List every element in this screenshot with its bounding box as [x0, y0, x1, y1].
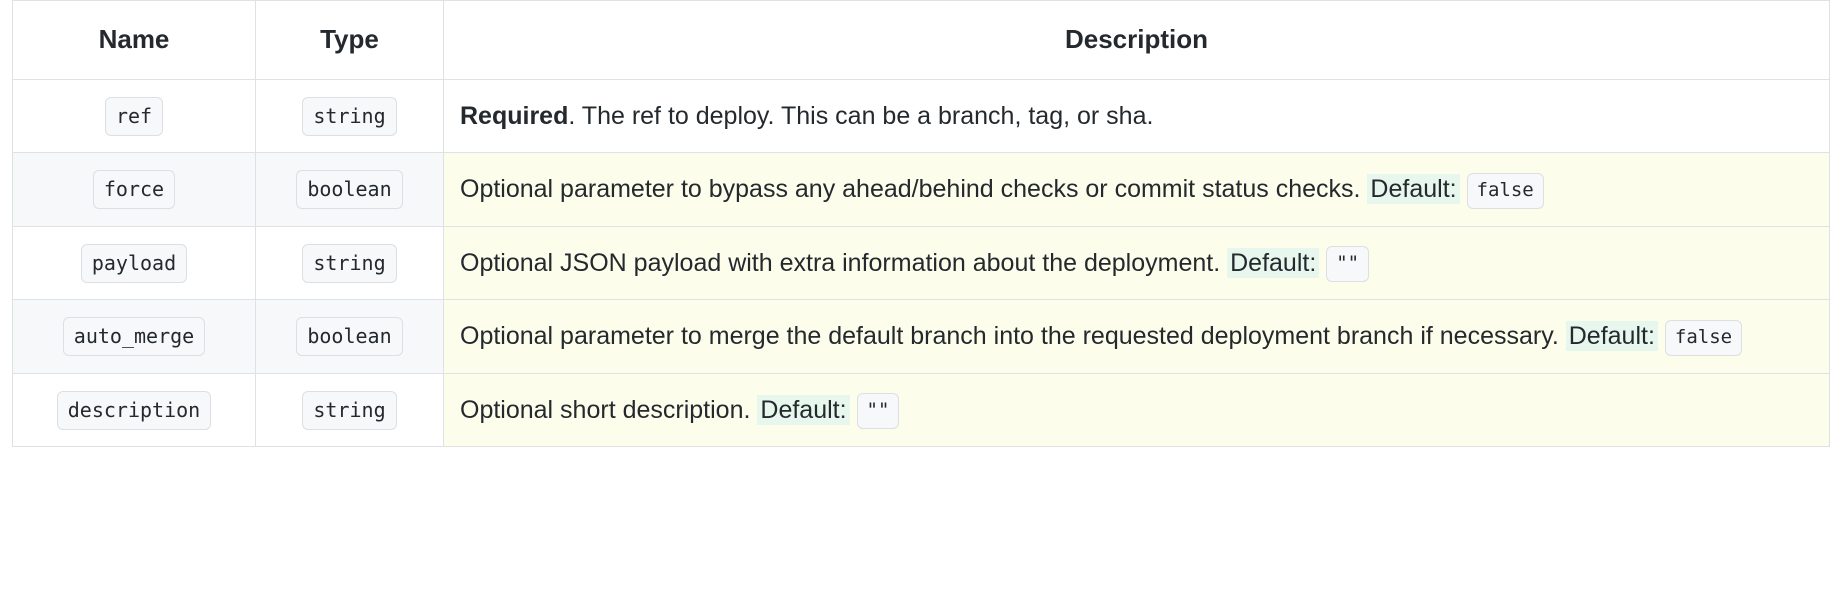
description-text: Optional JSON payload with extra informa…: [460, 248, 1221, 277]
default-value-code: "": [1326, 246, 1370, 283]
parameter-name-code: payload: [80, 243, 188, 283]
parameter-type-cell: string: [255, 225, 444, 301]
table-row: ref string Required. The ref to deploy. Th…: [12, 78, 1830, 154]
table-header-row: Name Type Description: [12, 0, 1830, 80]
column-header-name: Name: [12, 0, 256, 80]
parameter-name-code: auto_merge: [62, 317, 206, 357]
parameter-name-cell: description: [12, 372, 256, 448]
parameter-type-cell: boolean: [255, 299, 444, 374]
table-row: payload string Optional JSON payload with …: [12, 225, 1830, 301]
parameters-table: Name Type Description ref string Required.…: [12, 0, 1830, 448]
column-header-type: Type: [255, 0, 444, 80]
default-value-code: false: [1664, 319, 1743, 356]
parameter-type-code: string: [302, 390, 397, 430]
description-text: Optional parameter to bypass any ahead/b…: [460, 175, 1361, 204]
parameter-type-code: string: [302, 96, 397, 136]
default-label: Default:: [1227, 247, 1320, 278]
table-row: auto_merge boolean Optional parameter to m…: [12, 299, 1830, 374]
parameters-table-container: Name Type Description ref string Required.…: [0, 0, 1842, 448]
parameter-description-cell: Optional short description. Default: "": [443, 372, 1830, 448]
parameter-type-cell: string: [255, 78, 444, 154]
table-header: Name Type Description: [12, 0, 1830, 80]
column-header-description: Description: [443, 0, 1830, 80]
parameter-name-code: ref: [104, 96, 164, 136]
description-text: Optional parameter to merge the default …: [460, 322, 1559, 351]
parameter-name-cell: ref: [12, 78, 256, 154]
default-label: Default:: [757, 394, 850, 425]
parameter-name-cell: payload: [12, 225, 256, 301]
parameter-description-cell: Optional parameter to bypass any ahead/b…: [443, 152, 1830, 227]
parameter-name-cell: auto_merge: [12, 299, 256, 374]
default-label: Default:: [1565, 321, 1658, 352]
parameter-name-code: force: [92, 170, 176, 210]
parameter-description-cell: Optional JSON payload with extra informa…: [443, 225, 1830, 301]
table-row: force boolean Optional parameter to bypass…: [12, 152, 1830, 227]
default-value-code: "": [856, 393, 900, 430]
default-label: Default:: [1367, 174, 1460, 205]
parameter-type-cell: string: [255, 372, 444, 448]
table-row: description string Optional short descript…: [12, 372, 1830, 448]
parameter-description-cell: Required. The ref to deploy. This can be…: [443, 78, 1830, 154]
parameter-description-cell: Optional parameter to merge the default …: [443, 299, 1830, 374]
required-label: Required: [460, 101, 569, 130]
parameter-type-code: boolean: [296, 317, 403, 357]
parameter-name-code: description: [56, 390, 212, 430]
description-text: . The ref to deploy. This can be a branc…: [568, 101, 1154, 130]
default-value-code: false: [1466, 172, 1544, 209]
parameter-type-code: string: [302, 243, 397, 283]
parameter-type-cell: boolean: [255, 152, 444, 227]
parameter-name-cell: force: [12, 152, 256, 227]
parameter-type-code: boolean: [296, 170, 403, 210]
description-text: Optional short description.: [460, 395, 751, 424]
table-body: ref string Required. The ref to deploy. Th…: [12, 78, 1830, 448]
